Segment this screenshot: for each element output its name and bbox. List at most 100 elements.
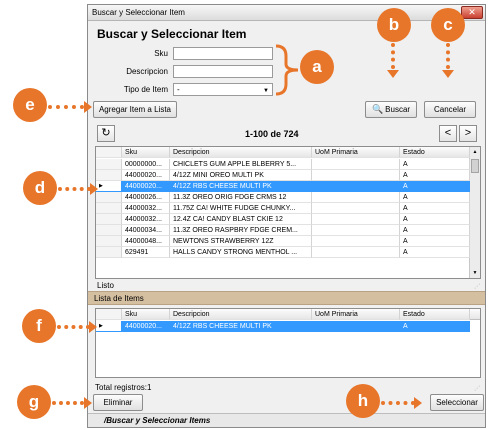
tipo-item-value: - — [177, 85, 180, 94]
row-header[interactable] — [96, 247, 122, 258]
callout-e: e — [13, 88, 47, 122]
cell-sku: 00000000... — [122, 159, 170, 170]
callout-b: b — [377, 8, 411, 42]
callout-h-dots — [381, 401, 415, 405]
search-button-label: Buscar — [385, 105, 411, 114]
callout-h: h — [346, 384, 380, 418]
resize-grip-icon: ⋰ — [474, 386, 480, 392]
row-header[interactable] — [96, 225, 122, 236]
column-header-sku[interactable]: Sku — [122, 309, 170, 320]
table-row[interactable]: ▶ 44000020... 4/12Z RBS CHEESE MULTI PK A — [96, 181, 470, 192]
cell-uom — [312, 203, 400, 214]
callout-g-dots — [52, 401, 84, 405]
table-row[interactable]: 44000020... 4/12Z MINI OREO MULTI PK A — [96, 170, 470, 181]
cell-estado: A — [400, 214, 470, 225]
scroll-thumb[interactable] — [471, 159, 479, 173]
items-grid[interactable]: ▲ ▼ Sku Descripcion UoM Primaria Estado 0000… — [95, 146, 481, 279]
prev-page-button[interactable]: < — [439, 125, 457, 142]
cell-estado: A — [400, 225, 470, 236]
row-header[interactable] — [96, 159, 122, 170]
table-row[interactable]: 44000034... 11.3Z OREO RASPBRY FDGE CREM.… — [96, 225, 470, 236]
refresh-icon[interactable]: ↻ — [97, 125, 115, 142]
cell-uom — [312, 236, 400, 247]
list-section-title: Lista de Items — [94, 294, 144, 303]
table-row[interactable]: 44000032... 12.4Z CA! CANDY BLAST CKIE 12… — [96, 214, 470, 225]
cell-sku: 44000020... — [122, 321, 170, 332]
cell-uom — [312, 247, 400, 258]
row-header-corner — [96, 147, 122, 158]
cell-uom — [312, 170, 400, 181]
scroll-up-icon[interactable]: ▲ — [470, 147, 480, 157]
grid-scrollbar[interactable]: ▲ ▼ — [469, 147, 480, 278]
cell-desc: 4/12Z MINI OREO MULTI PK — [170, 170, 312, 181]
cell-sku: 44000020... — [122, 181, 170, 192]
descripcion-input[interactable] — [173, 65, 273, 78]
cell-sku: 44000020... — [122, 170, 170, 181]
cell-desc: 11.3Z OREO RASPBRY FDGE CREM... — [170, 225, 312, 236]
row-pointer-icon[interactable]: ▶ — [96, 321, 122, 332]
table-row[interactable]: ▶ 44000020... 4/12Z RBS CHEESE MULTI PK A — [96, 321, 480, 332]
grid-header-row: Sku Descripcion UoM Primaria Estado — [96, 309, 480, 320]
table-row[interactable]: 44000032... 11.75Z CA! WHITE FUDGE CHUNKY… — [96, 203, 470, 214]
pager-range: 1-100 de 724 — [245, 129, 299, 139]
callout-e-arrow — [84, 101, 92, 113]
column-header-uom[interactable]: UoM Primaria — [312, 309, 400, 320]
search-button[interactable]: 🔍 Buscar — [365, 101, 417, 118]
row-pointer-icon[interactable]: ▶ — [96, 181, 122, 192]
select-button[interactable]: Seleccionar — [430, 394, 484, 411]
dropdown-arrow-icon: ▼ — [263, 88, 269, 94]
column-header-desc[interactable]: Descripcion — [170, 309, 312, 320]
cell-sku: 44000032... — [122, 203, 170, 214]
callout-c-dots — [446, 43, 450, 69]
delete-button[interactable]: Eliminar — [93, 394, 143, 411]
add-to-list-button[interactable]: Agregar Item a Lista — [93, 101, 177, 118]
cell-estado: A — [400, 181, 470, 192]
column-header-desc[interactable]: Descripcion — [170, 147, 312, 158]
row-header[interactable] — [96, 236, 122, 247]
cell-uom — [312, 192, 400, 203]
breadcrumb-text: /Buscar y Seleccionar Items — [104, 416, 211, 425]
column-header-estado[interactable]: Estado — [400, 309, 470, 320]
tipo-item-select[interactable]: - ▼ — [173, 83, 273, 96]
descripcion-label: Descripcion — [126, 67, 168, 76]
cell-uom — [312, 181, 400, 192]
table-row[interactable]: 44000048... NEWTONS STRAWBERRY 12Z A — [96, 236, 470, 247]
row-header[interactable] — [96, 170, 122, 181]
cell-desc: CHICLETS GUM APPLE BLBERRY 5... — [170, 159, 312, 170]
callout-b-dots — [391, 43, 395, 69]
grid-status: Listo — [97, 281, 114, 290]
table-row[interactable]: 00000000... CHICLETS GUM APPLE BLBERRY 5.… — [96, 159, 470, 170]
cell-estado: A — [400, 170, 470, 181]
row-header-corner — [96, 309, 122, 320]
callout-d: d — [23, 171, 57, 205]
selected-items-grid[interactable]: Sku Descripcion UoM Primaria Estado ▶ 4400002… — [95, 308, 481, 378]
total-records: Total registros:1 — [95, 383, 152, 392]
column-header-estado[interactable]: Estado — [400, 147, 470, 158]
cancel-button[interactable]: Cancelar — [424, 101, 476, 118]
cell-desc: 11.75Z CA! WHITE FUDGE CHUNKY... — [170, 203, 312, 214]
cell-sku: 44000048... — [122, 236, 170, 247]
magnifier-icon: 🔍 — [371, 104, 384, 114]
callout-c-arrow — [442, 70, 454, 78]
next-page-button[interactable]: > — [459, 125, 477, 142]
close-button[interactable]: ✕ — [461, 6, 483, 19]
column-header-uom[interactable]: UoM Primaria — [312, 147, 400, 158]
callout-g-arrow — [84, 397, 92, 409]
cell-uom — [312, 321, 400, 332]
pager-bar: ↻ 1-100 de 724 < > — [95, 125, 480, 143]
cell-desc: 4/12Z RBS CHEESE MULTI PK — [170, 181, 312, 192]
row-header[interactable] — [96, 192, 122, 203]
table-row[interactable]: 629491 HALLS CANDY STRONG MENTHOL ... A — [96, 247, 470, 258]
cell-sku: 44000034... — [122, 225, 170, 236]
title-bar: Buscar y Seleccionar Item ✕ — [88, 5, 485, 21]
row-header[interactable] — [96, 203, 122, 214]
scroll-down-icon[interactable]: ▼ — [470, 268, 480, 278]
row-header[interactable] — [96, 214, 122, 225]
column-header-sku[interactable]: Sku — [122, 147, 170, 158]
resize-grip-icon: ⋰ — [474, 284, 480, 290]
cell-uom — [312, 214, 400, 225]
cell-estado: A — [400, 247, 470, 258]
table-row[interactable]: 44000026... 11.3Z OREO ORIG FDGE CRMS 12 A — [96, 192, 470, 203]
sku-input[interactable] — [173, 47, 273, 60]
cell-estado: A — [400, 159, 470, 170]
